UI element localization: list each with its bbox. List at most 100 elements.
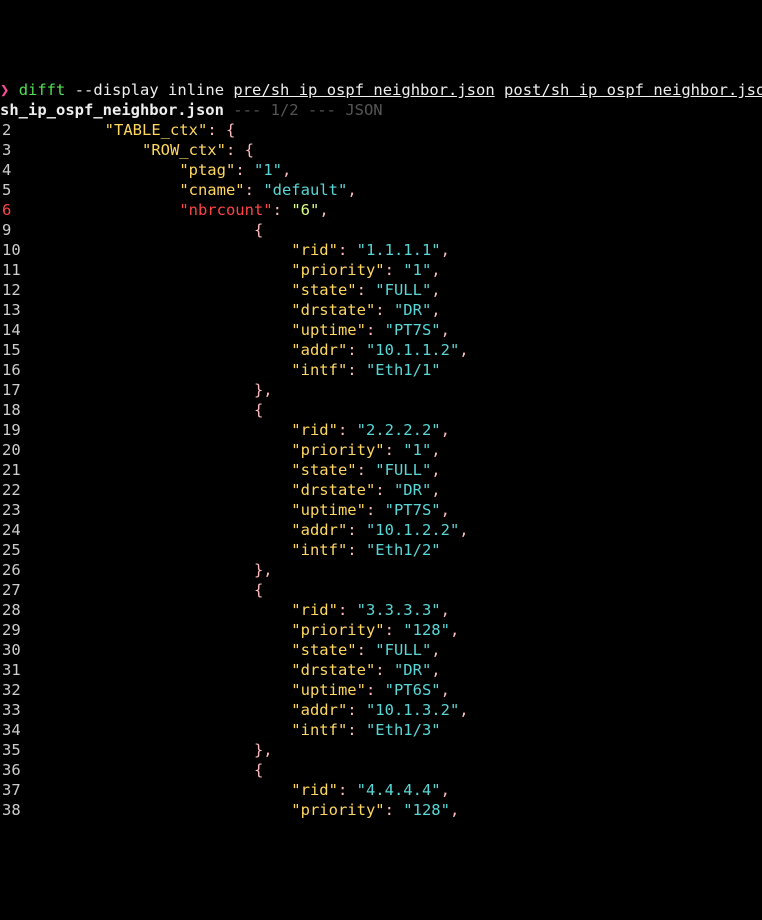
line-number: 27 xyxy=(0,580,30,600)
json-value: "6" xyxy=(291,201,319,219)
punct: : xyxy=(385,261,404,279)
line-number: 17 xyxy=(0,380,30,400)
code-line: 12 "state": "FULL", xyxy=(0,280,762,300)
code-line: 20 "priority": "1", xyxy=(0,440,762,460)
punct: : xyxy=(366,321,385,339)
punct: : xyxy=(385,621,404,639)
json-key: "rid" xyxy=(291,421,338,439)
line-number: 15 xyxy=(0,340,30,360)
code-content: "addr": "10.1.3.2", xyxy=(30,700,762,720)
code-line: 19 "rid": "2.2.2.2", xyxy=(0,420,762,440)
code-content: { xyxy=(30,580,762,600)
line-number: 38 xyxy=(0,800,30,820)
code-content: }, xyxy=(30,740,762,760)
punct: , xyxy=(441,321,450,339)
code-content: { xyxy=(30,400,762,420)
json-value: "4.4.4.4" xyxy=(357,781,441,799)
code-content: "rid": "4.4.4.4", xyxy=(30,780,762,800)
json-key: "priority" xyxy=(291,621,384,639)
line-number: 16 xyxy=(0,360,30,380)
code-line: 27 { xyxy=(0,580,762,600)
terminal: ❯ difft --display inline pre/sh ip ospf … xyxy=(0,80,762,820)
punct: : xyxy=(375,301,394,319)
punct: , xyxy=(431,661,440,679)
punct: : xyxy=(366,501,385,519)
json-key: "intf" xyxy=(291,361,347,379)
code-line: 13 "drstate": "DR", xyxy=(0,300,762,320)
punct: : xyxy=(366,681,385,699)
line-number: 6 xyxy=(0,200,30,220)
punct: : xyxy=(357,281,376,299)
code-line: 2 "TABLE_ctx": { xyxy=(0,120,762,140)
json-key: "nbrcount" xyxy=(179,201,272,219)
code-line: 31 "drstate": "DR", xyxy=(0,660,762,680)
json-value: "PT6S" xyxy=(385,681,441,699)
language-label: JSON xyxy=(345,101,382,119)
punct: , xyxy=(431,461,440,479)
code-content: "uptime": "PT6S", xyxy=(30,680,762,700)
brace: }, xyxy=(254,561,273,579)
json-value: "2.2.2.2" xyxy=(357,421,441,439)
code-line: 21 "state": "FULL", xyxy=(0,460,762,480)
line-number: 18 xyxy=(0,400,30,420)
json-key: "intf" xyxy=(291,541,347,559)
code-line: 5 "cname": "default", xyxy=(0,180,762,200)
code-line: 26 }, xyxy=(0,560,762,580)
punct: , xyxy=(441,681,450,699)
code-content: "uptime": "PT7S", xyxy=(30,500,762,520)
command-name: difft xyxy=(19,81,66,99)
punct: : xyxy=(338,241,357,259)
code-content: "intf": "Eth1/2" xyxy=(30,540,762,560)
code-content: "state": "FULL", xyxy=(30,280,762,300)
line-number: 36 xyxy=(0,760,30,780)
code-line: 32 "uptime": "PT6S", xyxy=(0,680,762,700)
punct: : xyxy=(235,161,254,179)
json-key: "rid" xyxy=(291,241,338,259)
line-number: 23 xyxy=(0,500,30,520)
json-key: "rid" xyxy=(291,781,338,799)
json-key: "drstate" xyxy=(291,661,375,679)
code-line: 28 "rid": "3.3.3.3", xyxy=(0,600,762,620)
json-key: "uptime" xyxy=(291,321,366,339)
brace: { xyxy=(254,221,263,239)
line-number: 35 xyxy=(0,740,30,760)
code-line: 3 "ROW_ctx": { xyxy=(0,140,762,160)
code-content: "nbrcount": "6", xyxy=(30,200,762,220)
code-content: "drstate": "DR", xyxy=(30,480,762,500)
line-number: 10 xyxy=(0,240,30,260)
code-line: 34 "intf": "Eth1/3" xyxy=(0,720,762,740)
punct: : xyxy=(338,421,357,439)
brace: { xyxy=(254,761,263,779)
json-value: "1" xyxy=(254,161,282,179)
line-number: 33 xyxy=(0,700,30,720)
punct: , xyxy=(441,241,450,259)
json-value: "default" xyxy=(263,181,347,199)
brace: }, xyxy=(254,381,273,399)
code-line: sh_ip_ospf_neighbor.json --- 1/2 --- JSO… xyxy=(0,100,762,120)
json-key: "addr" xyxy=(291,521,347,539)
json-value: "FULL" xyxy=(375,641,431,659)
punct: , xyxy=(431,281,440,299)
code-line: 15 "addr": "10.1.1.2", xyxy=(0,340,762,360)
code-content: }, xyxy=(30,380,762,400)
code-line: 30 "state": "FULL", xyxy=(0,640,762,660)
line-number: 30 xyxy=(0,640,30,660)
json-key: "state" xyxy=(291,281,356,299)
json-key: "addr" xyxy=(291,341,347,359)
code-content: "drstate": "DR", xyxy=(30,300,762,320)
punct: : xyxy=(375,661,394,679)
punct: , xyxy=(431,641,440,659)
json-value: "128" xyxy=(403,801,450,819)
punct: , xyxy=(441,421,450,439)
code-line: 22 "drstate": "DR", xyxy=(0,480,762,500)
json-value: "Eth1/1" xyxy=(366,361,441,379)
punct: , xyxy=(450,801,459,819)
line-number: 21 xyxy=(0,460,30,480)
punct: : xyxy=(273,201,292,219)
line-number: 29 xyxy=(0,620,30,640)
json-key: "intf" xyxy=(291,721,347,739)
brace: }, xyxy=(254,741,273,759)
punct: : xyxy=(245,181,264,199)
code-line: 4 "ptag": "1", xyxy=(0,160,762,180)
file-b: post/sh ip ospf neighbor.json xyxy=(504,81,762,99)
